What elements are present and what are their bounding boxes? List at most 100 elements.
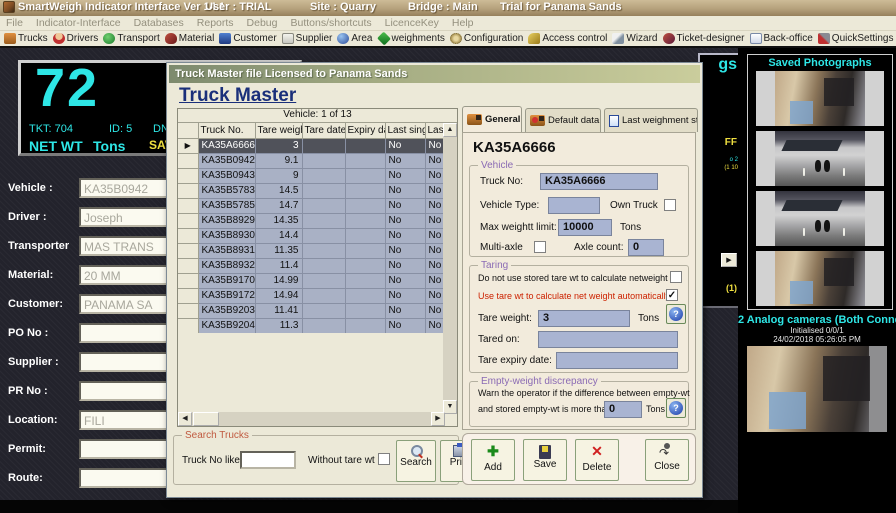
tare-weight-field[interactable]: 3 xyxy=(538,310,630,327)
toolbar-supplier[interactable]: Supplier xyxy=(282,33,333,44)
vehicle-type-field[interactable] xyxy=(548,197,600,214)
column-header-tare-date[interactable]: Tare date xyxy=(302,123,345,138)
table-row[interactable]: KA35B920311.41NoNo xyxy=(178,303,445,318)
stored-tare-checkbox[interactable] xyxy=(670,271,682,283)
taring-help-button[interactable]: ? xyxy=(666,304,686,324)
clipped-row-1: o 2 xyxy=(730,157,738,163)
table-row[interactable]: KA35B09429.1NoNo xyxy=(178,153,445,168)
toolbar-drivers[interactable]: Drivers xyxy=(53,33,99,44)
form-input-pr-no[interactable] xyxy=(79,381,170,401)
save-button[interactable]: Save xyxy=(523,439,567,481)
table-row[interactable]: KA35B893211.4NoNo xyxy=(178,258,445,273)
toolbar-area[interactable]: Area xyxy=(337,33,372,44)
tared-on-label: Tared on: xyxy=(478,334,520,345)
table-row[interactable]: KA35B578514.7NoNo xyxy=(178,198,445,213)
form-input-supplier[interactable] xyxy=(79,352,170,372)
own-truck-checkbox[interactable] xyxy=(664,199,676,211)
column-header-expiry-date[interactable]: Expiry date xyxy=(345,123,385,138)
tared-on-field[interactable] xyxy=(538,331,678,348)
table-row[interactable]: KA35B892914.35NoNo xyxy=(178,213,445,228)
table-row[interactable]: KA35B920411.3NoNo xyxy=(178,318,445,333)
form-label-location: Location: xyxy=(8,414,58,426)
auto-tare-checkbox[interactable]: ✓ xyxy=(666,289,678,301)
column-header-tare-weight[interactable]: Tare weight xyxy=(255,123,302,138)
saved-photo-2[interactable] xyxy=(756,131,884,186)
menu-reports[interactable]: Reports xyxy=(197,17,234,29)
scroll-up-button[interactable]: ▲ xyxy=(443,123,457,137)
toolbar-configuration[interactable]: Configuration xyxy=(450,33,523,44)
truck-no-field[interactable]: KA35A6666 xyxy=(540,173,658,190)
toolbar-access-control[interactable]: Access control xyxy=(528,33,607,44)
clipped-next-button[interactable]: ▶ xyxy=(721,253,737,267)
column-header-truck-no[interactable]: Truck No. xyxy=(198,123,255,138)
tab-last-weighment-status[interactable]: Last weighment status xyxy=(604,108,698,132)
scroll-left-button[interactable]: ◀ xyxy=(178,412,192,426)
column-header-last-l[interactable]: Last l xyxy=(425,123,445,138)
toolbar-ticket-designer[interactable]: Ticket-designer xyxy=(663,33,745,44)
toolbar-wizard[interactable]: Wizard xyxy=(612,33,657,44)
menu-indicator-interface[interactable]: Indicator-Interface xyxy=(36,17,121,29)
form-input-route[interactable] xyxy=(79,468,170,488)
column-header-last-single[interactable]: Last single xyxy=(385,123,425,138)
form-input-material[interactable]: 20 MM xyxy=(79,265,170,285)
truck-grid[interactable]: Truck No.Tare weightTare dateExpiry date… xyxy=(178,123,446,334)
vertical-scrollbar[interactable]: ▲ ▼ xyxy=(443,123,457,414)
form-input-po-no[interactable] xyxy=(79,323,170,343)
axle-count-field[interactable]: 0 xyxy=(628,239,664,256)
form-input-customer[interactable]: PANAMA SA xyxy=(79,294,170,314)
table-row[interactable]: KA35B893111.35NoNo xyxy=(178,243,445,258)
cell-tare-weight: 14.35 xyxy=(255,213,302,228)
table-row[interactable]: KA35B09439NoNo xyxy=(178,168,445,183)
toolbar-label-supplier: Supplier xyxy=(296,33,333,44)
form-input-driver[interactable]: Joseph xyxy=(79,207,170,227)
menu-databases[interactable]: Databases xyxy=(134,17,184,29)
menu-debug[interactable]: Debug xyxy=(247,17,278,29)
toolbar-trucks[interactable]: Trucks xyxy=(4,33,48,44)
toolbar-material[interactable]: Material xyxy=(165,33,215,44)
form-input-permit[interactable] xyxy=(79,439,170,459)
tare-expiry-field[interactable] xyxy=(556,352,678,369)
scroll-down-button[interactable]: ▼ xyxy=(443,400,457,414)
close-button[interactable]: Close xyxy=(645,439,689,481)
table-row[interactable]: KA35B917214.94NoNo xyxy=(178,288,445,303)
scroll-right-button[interactable]: ▶ xyxy=(431,412,445,426)
without-tare-checkbox[interactable] xyxy=(378,453,390,465)
truck-no-like-input[interactable] xyxy=(240,451,296,469)
saved-photo-3[interactable] xyxy=(756,191,884,246)
cell-last-l: No xyxy=(425,303,445,318)
toolbar-back-office[interactable]: Back-office xyxy=(750,33,813,44)
table-row[interactable]: KA35B917014.99NoNo xyxy=(178,273,445,288)
horizontal-scrollbar[interactable]: ◀ ▶ xyxy=(178,412,445,426)
menu-buttons-shortcuts[interactable]: Buttons/shortcuts xyxy=(290,17,371,29)
toolbar-transport[interactable]: Transport xyxy=(103,33,159,44)
cell-last-single: No xyxy=(385,213,425,228)
hscroll-thumb[interactable] xyxy=(193,412,219,426)
search-button[interactable]: Search xyxy=(396,440,436,482)
dialog-title-bar[interactable]: Truck Master file Licensed to Panama San… xyxy=(169,65,700,83)
form-label-material: Material: xyxy=(8,269,53,281)
multi-axle-checkbox[interactable] xyxy=(534,241,546,253)
toolbar-label-back-office: Back-office xyxy=(764,33,813,44)
toolbar-customer[interactable]: Customer xyxy=(219,33,276,44)
tab-default-data[interactable]: Default data xyxy=(525,108,601,132)
cell-last-single: No xyxy=(385,153,425,168)
discrepancy-field[interactable]: 0 xyxy=(604,401,642,418)
tab-general[interactable]: General xyxy=(462,106,522,132)
table-row[interactable]: KA35B893014.4NoNo xyxy=(178,228,445,243)
saved-photo-1[interactable] xyxy=(756,71,884,126)
table-row[interactable]: ▶KA35A66663NoNo xyxy=(178,138,445,153)
form-input-vehicle[interactable]: KA35B0942 xyxy=(79,178,170,198)
toolbar-quicksettings[interactable]: QuickSettings xyxy=(818,33,894,44)
discrepancy-help-button[interactable]: ? xyxy=(666,398,686,418)
add-button[interactable]: ✚ Add xyxy=(471,439,515,481)
form-input-transporter[interactable]: MAS TRANS xyxy=(79,236,170,256)
menu-help[interactable]: Help xyxy=(452,17,474,29)
form-input-location[interactable]: FILI xyxy=(79,410,170,430)
max-weight-field[interactable]: 10000 xyxy=(558,219,612,236)
menu-licencekey[interactable]: LicenceKey xyxy=(385,17,439,29)
toolbar-weighments[interactable]: weighments xyxy=(378,33,445,44)
delete-button[interactable]: ✕ Delete xyxy=(575,439,619,481)
menu-file[interactable]: File xyxy=(6,17,23,29)
saved-photo-4[interactable] xyxy=(756,251,884,306)
table-row[interactable]: KA35B578314.5NoNo xyxy=(178,183,445,198)
